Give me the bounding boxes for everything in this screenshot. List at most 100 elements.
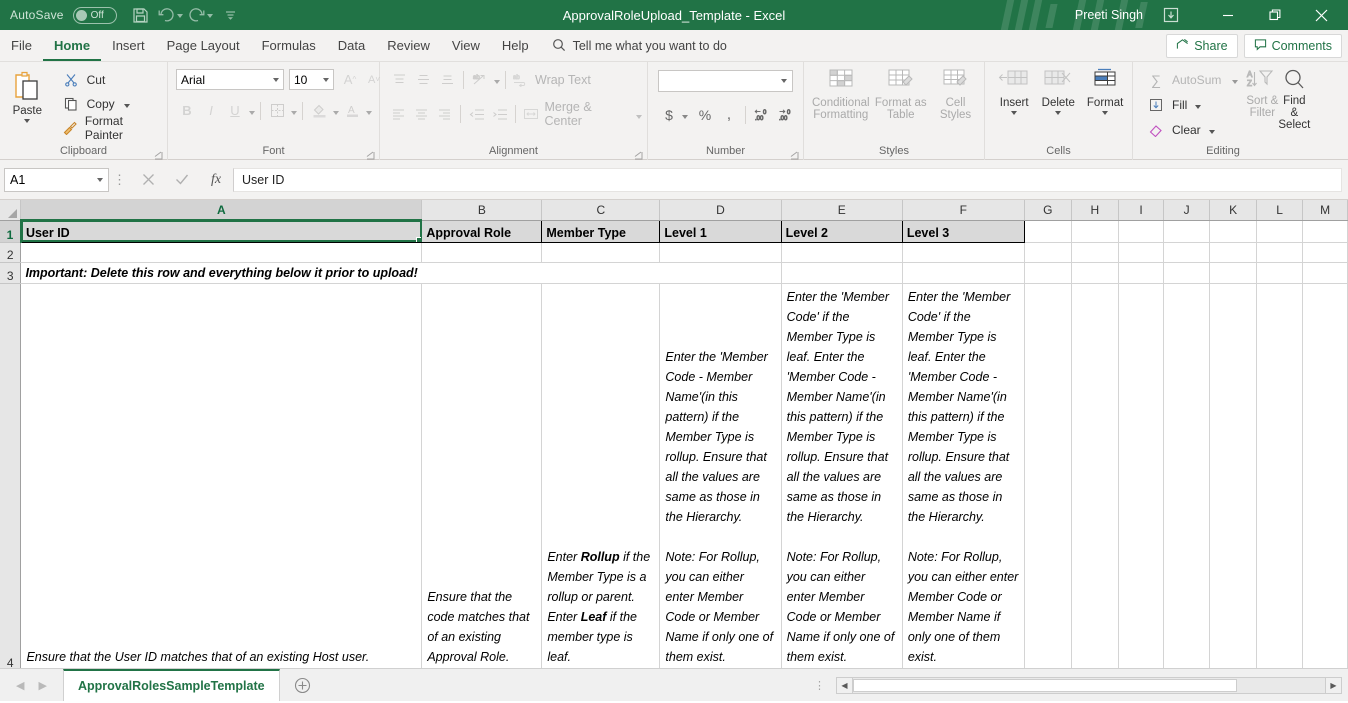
delete-dropdown-icon[interactable]	[1055, 111, 1062, 115]
cell-j2[interactable]	[1163, 242, 1211, 263]
comments-button[interactable]: Comments	[1243, 34, 1342, 58]
cell-i4[interactable]	[1118, 283, 1165, 668]
tell-me-search[interactable]: Tell me what you want to do	[552, 31, 727, 61]
column-header-m[interactable]: M	[1302, 200, 1348, 221]
scroll-left-icon[interactable]: ◀	[836, 676, 853, 694]
font-size-dropdown-icon[interactable]	[323, 77, 329, 82]
minimize-icon[interactable]	[1205, 0, 1250, 30]
cell-d1[interactable]: Level 1	[659, 219, 782, 243]
tab-data[interactable]: Data	[327, 31, 376, 61]
cell-l1[interactable]	[1256, 220, 1304, 243]
tab-help[interactable]: Help	[491, 31, 540, 61]
underline-dropdown-icon[interactable]	[249, 111, 255, 115]
customize-quick-access-icon[interactable]	[217, 2, 245, 28]
row-header-2[interactable]: 2	[0, 242, 22, 263]
autosum-button[interactable]: ∑ AutoSum	[1141, 69, 1242, 90]
increase-decimal-icon[interactable]: .00 0	[751, 104, 773, 125]
clear-button[interactable]: Clear	[1141, 119, 1242, 140]
cell-l4[interactable]	[1256, 283, 1304, 668]
cell-j4[interactable]	[1163, 283, 1211, 668]
share-button[interactable]: Share	[1166, 34, 1238, 58]
merge-center-dropdown-icon[interactable]	[635, 114, 642, 119]
borders-icon[interactable]	[266, 100, 288, 121]
font-name-dropdown-icon[interactable]	[273, 77, 279, 82]
spreadsheet-grid[interactable]: A B C D E F G H I J K L M 1 User ID Appr…	[0, 200, 1348, 668]
format-cells-button[interactable]: Format	[1083, 66, 1127, 115]
copy-button[interactable]: Copy	[56, 93, 162, 114]
ribbon-display-options-icon[interactable]	[1157, 2, 1185, 28]
wrap-text-label[interactable]: Wrap Text	[535, 73, 591, 87]
cell-e2[interactable]	[781, 242, 903, 263]
cell-styles-button[interactable]: Cell Styles	[932, 66, 979, 121]
cell-h2[interactable]	[1071, 242, 1119, 263]
cell-c2[interactable]	[541, 242, 661, 263]
align-top-icon[interactable]	[388, 69, 410, 90]
restore-icon[interactable]	[1252, 0, 1297, 30]
fill-color-icon[interactable]	[308, 100, 330, 121]
tab-home[interactable]: Home	[42, 31, 102, 61]
cell-f1[interactable]: Level 3	[901, 219, 1025, 243]
cell-a3[interactable]: Important: Delete this row and everythin…	[20, 262, 422, 284]
decrease-indent-icon[interactable]	[466, 104, 487, 125]
cell-k4[interactable]	[1209, 283, 1257, 668]
cell-g3[interactable]	[1024, 262, 1072, 284]
cell-l3[interactable]	[1256, 262, 1304, 284]
align-left-icon[interactable]	[388, 104, 409, 125]
name-box[interactable]: A1	[4, 167, 109, 192]
cell-h3[interactable]	[1071, 262, 1119, 284]
cell-i3[interactable]	[1118, 262, 1165, 284]
cell-d2[interactable]	[659, 242, 782, 263]
column-header-e[interactable]: E	[781, 200, 903, 221]
column-header-l[interactable]: L	[1256, 200, 1304, 221]
delete-cells-button[interactable]: Delete	[1037, 66, 1079, 115]
cell-d4[interactable]: Enter the 'Member Code - Member Name'(in…	[659, 283, 782, 668]
cell-c4[interactable]: Enter Rollup if the Member Type is a rol…	[541, 283, 661, 668]
column-header-i[interactable]: I	[1118, 200, 1165, 221]
font-size-input[interactable]: 10	[289, 69, 334, 90]
clipboard-dialog-launcher[interactable]	[154, 150, 163, 160]
alignment-dialog-launcher[interactable]	[634, 150, 643, 160]
fill-color-dropdown-icon[interactable]	[333, 111, 339, 115]
fill-button[interactable]: Fill	[1141, 94, 1242, 115]
autosum-dropdown-icon[interactable]	[1232, 79, 1239, 84]
column-header-f[interactable]: F	[902, 200, 1025, 221]
tab-view[interactable]: View	[441, 31, 491, 61]
cell-k1[interactable]	[1209, 220, 1257, 243]
cell-a4[interactable]: Ensure that the User ID matches that of …	[20, 283, 423, 668]
font-color-icon[interactable]: A	[341, 100, 363, 121]
cell-m1[interactable]	[1302, 220, 1348, 243]
undo-icon[interactable]	[157, 2, 185, 28]
paste-dropdown-icon[interactable]	[24, 119, 31, 123]
cell-e1[interactable]: Level 2	[780, 219, 903, 243]
user-name[interactable]: Preeti Singh	[1075, 8, 1143, 22]
percent-icon[interactable]: %	[694, 104, 716, 125]
cell-m2[interactable]	[1302, 242, 1348, 263]
grow-font-icon[interactable]: A ^	[339, 69, 361, 90]
cell-f2[interactable]	[902, 242, 1025, 263]
column-header-g[interactable]: G	[1024, 200, 1072, 221]
comma-style-icon[interactable]: ,	[718, 104, 740, 125]
insert-function-icon[interactable]: fx	[199, 168, 233, 192]
decrease-decimal-icon[interactable]: .00 0	[775, 104, 797, 125]
column-header-d[interactable]: D	[659, 200, 782, 221]
orientation-dropdown-icon[interactable]	[494, 80, 500, 84]
cell-e3[interactable]	[781, 262, 903, 284]
align-bottom-icon[interactable]	[436, 69, 458, 90]
font-dialog-launcher[interactable]	[366, 150, 375, 160]
column-header-h[interactable]: H	[1071, 200, 1119, 221]
underline-button[interactable]: U	[224, 100, 246, 121]
cell-f4[interactable]: Enter the 'Member Code' if the Member Ty…	[902, 283, 1025, 668]
borders-dropdown-icon[interactable]	[291, 111, 297, 115]
autosave-toggle[interactable]: Off	[72, 6, 117, 24]
cell-d3[interactable]	[659, 262, 782, 284]
number-dialog-launcher[interactable]	[790, 150, 799, 160]
cell-f3[interactable]	[902, 262, 1025, 284]
clear-dropdown-icon[interactable]	[1208, 129, 1215, 134]
horizontal-scroll-track[interactable]	[853, 676, 1325, 694]
tab-file[interactable]: File	[0, 31, 43, 61]
tab-review[interactable]: Review	[376, 31, 441, 61]
column-header-k[interactable]: K	[1209, 200, 1257, 221]
cell-m3[interactable]	[1302, 262, 1348, 284]
currency-dropdown-icon[interactable]	[682, 115, 688, 119]
scroll-right-icon[interactable]: ▶	[1325, 676, 1342, 694]
